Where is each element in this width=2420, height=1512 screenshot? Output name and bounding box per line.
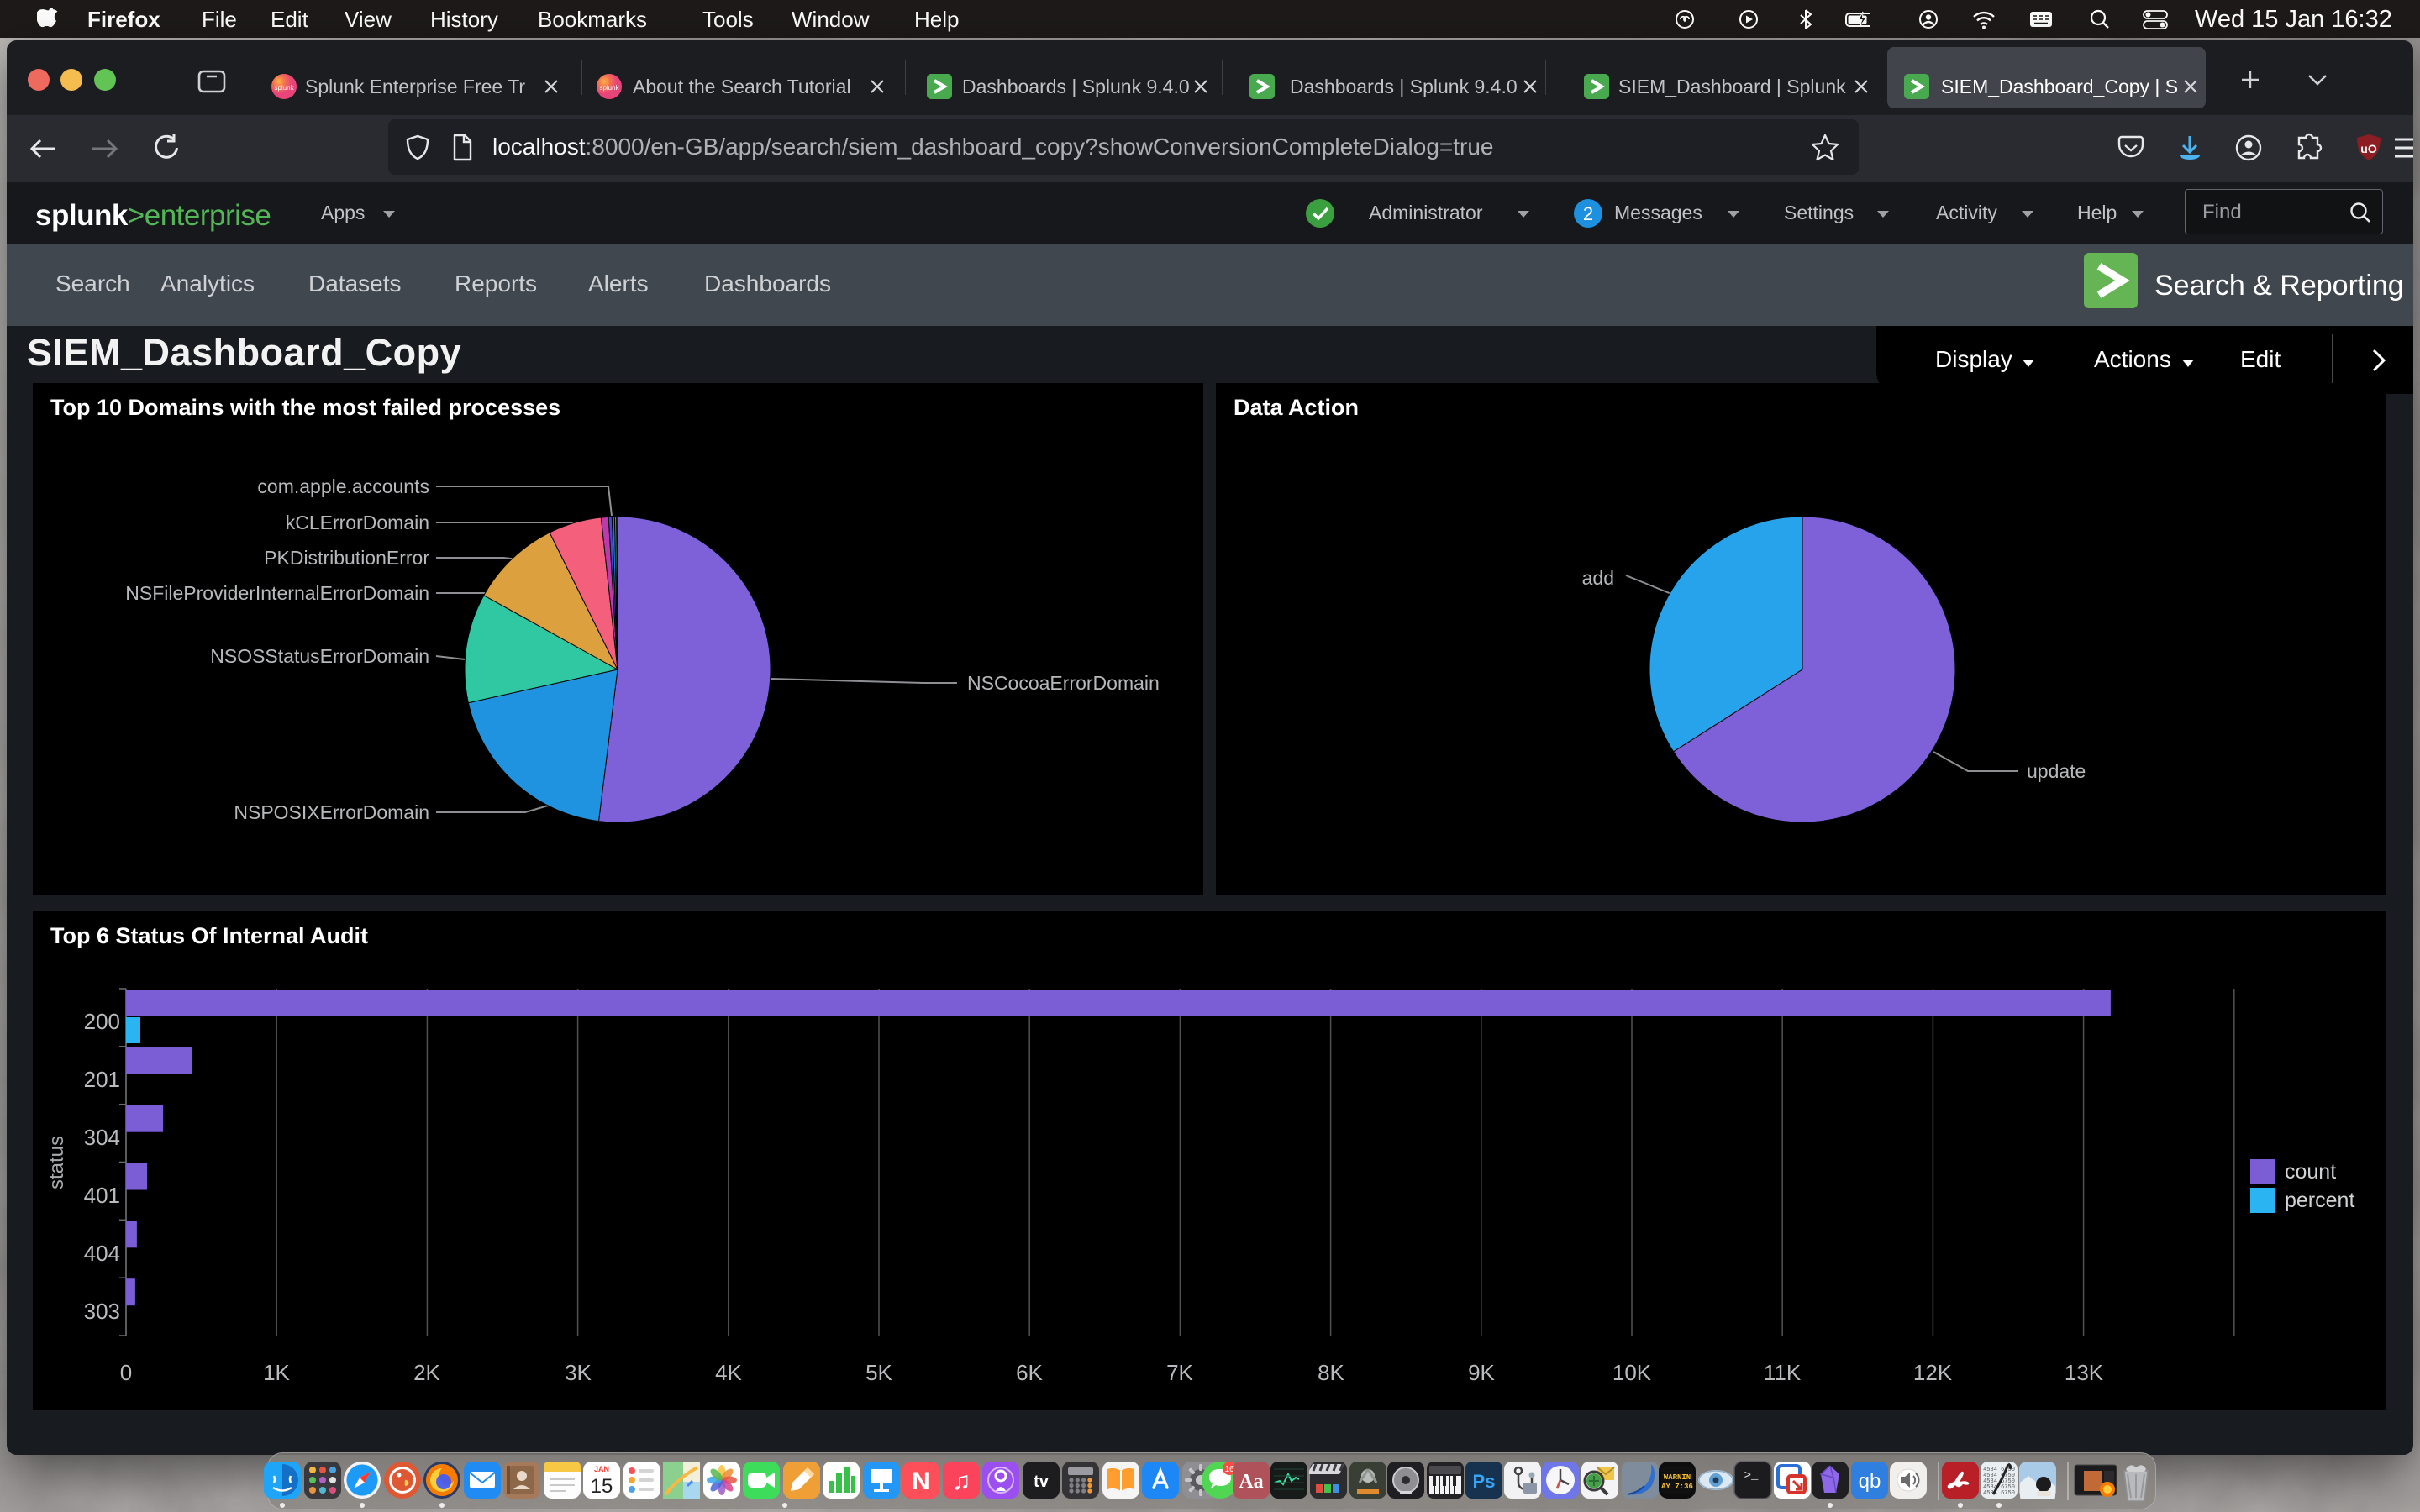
svg-text:splunk: splunk: [274, 84, 294, 92]
svg-text:201: 201: [84, 1067, 120, 1092]
svg-text:3K: 3K: [565, 1360, 592, 1385]
svg-text:NSOSStatusErrorDomain: NSOSStatusErrorDomain: [210, 645, 429, 667]
svg-text:N: N: [912, 1467, 930, 1495]
svg-text:2K: 2K: [413, 1360, 440, 1385]
svg-text:NSFileProviderInternalErrorDom: NSFileProviderInternalErrorDomain: [125, 582, 429, 604]
svg-text:9K: 9K: [1468, 1360, 1495, 1385]
svg-text:com.apple.accounts: com.apple.accounts: [257, 475, 429, 497]
svg-text:splunk: splunk: [599, 84, 619, 92]
svg-text:WARNIN: WARNIN: [1664, 1473, 1691, 1482]
svg-text:404: 404: [84, 1241, 120, 1266]
svg-text:8K: 8K: [1318, 1360, 1344, 1385]
svg-text:NSPOSIXErrorDomain: NSPOSIXErrorDomain: [234, 801, 429, 823]
svg-text:200: 200: [84, 1009, 120, 1034]
svg-text:♫: ♫: [952, 1467, 971, 1495]
svg-text:NSCocoaErrorDomain: NSCocoaErrorDomain: [967, 672, 1160, 694]
svg-text:PKDistributionError: PKDistributionError: [264, 547, 429, 569]
svg-text:6K: 6K: [1016, 1360, 1043, 1385]
svg-text:add: add: [1582, 567, 1614, 589]
svg-text:15: 15: [591, 1475, 613, 1498]
svg-text:303: 303: [84, 1299, 120, 1324]
svg-text:Aa: Aa: [1239, 1471, 1263, 1493]
svg-text:4534 6750: 4534 6750: [1983, 1490, 2015, 1497]
svg-text:tv: tv: [1034, 1473, 1050, 1491]
svg-text:update: update: [2027, 760, 2086, 782]
svg-text:12K: 12K: [1913, 1360, 1953, 1385]
svg-text:count: count: [2285, 1160, 2336, 1184]
svg-text:percent: percent: [2285, 1189, 2354, 1212]
svg-text:13K: 13K: [2065, 1360, 2104, 1385]
svg-text:uO: uO: [2360, 142, 2377, 155]
svg-text:>_: >_: [1744, 1469, 1759, 1483]
svg-text:kCLErrorDomain: kCLErrorDomain: [286, 512, 429, 533]
svg-text:11K: 11K: [1764, 1360, 1802, 1385]
svg-text:AY 7:36: AY 7:36: [1661, 1483, 1693, 1491]
svg-text:Ps: Ps: [1473, 1471, 1496, 1492]
svg-text:qb: qb: [1859, 1470, 1881, 1493]
svg-text:1K: 1K: [263, 1360, 290, 1385]
svg-text:401: 401: [84, 1183, 120, 1208]
svg-text:304: 304: [84, 1125, 120, 1150]
svg-text:5K: 5K: [865, 1360, 892, 1385]
svg-text:JAN: JAN: [594, 1465, 609, 1473]
svg-text:0: 0: [120, 1360, 132, 1385]
svg-text:status: status: [45, 1136, 68, 1189]
svg-text:10K: 10K: [1612, 1360, 1652, 1385]
svg-text:2: 2: [1583, 203, 1593, 224]
svg-text:7K: 7K: [1166, 1360, 1193, 1385]
svg-text:4K: 4K: [715, 1360, 742, 1385]
